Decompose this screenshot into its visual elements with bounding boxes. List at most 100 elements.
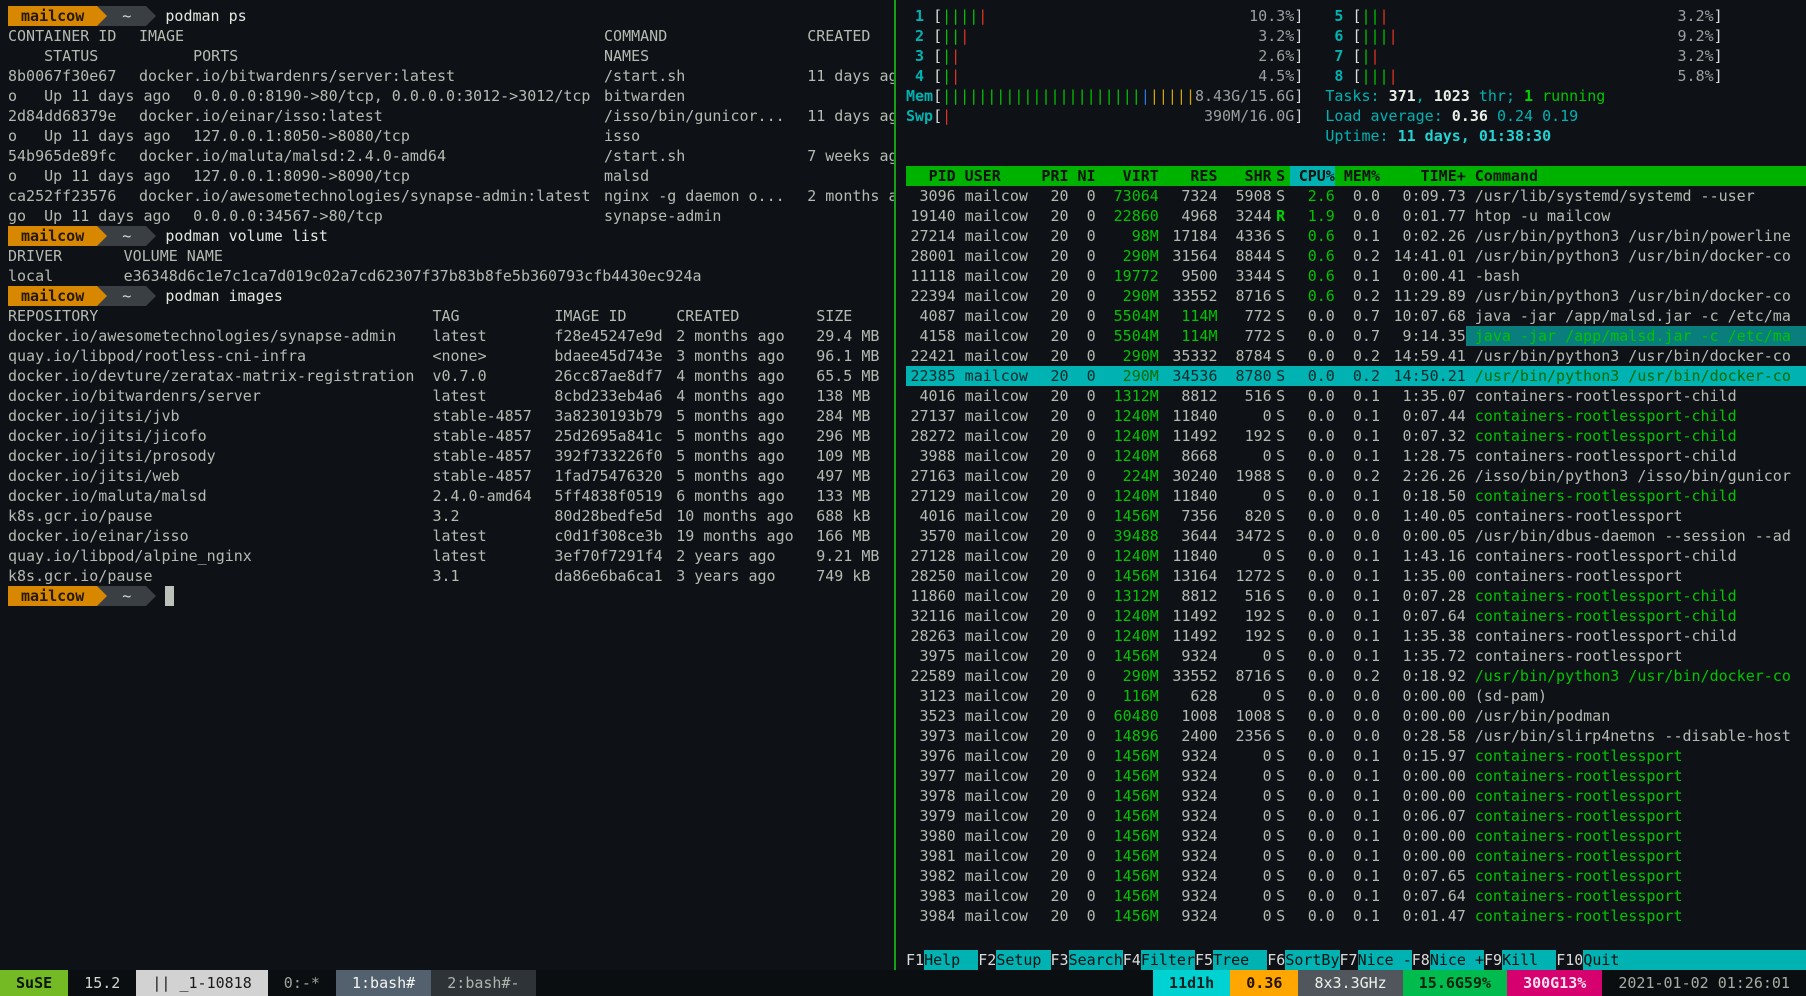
process-row[interactable]: 3978mailcow2001456M93240S0.00.10:00.00co… <box>906 786 1806 806</box>
process-row[interactable]: 22385mailcow200290M345368780S0.00.214:50… <box>906 366 1806 386</box>
cell-cpu: 0.6 <box>1290 246 1335 266</box>
fkey-f4[interactable]: F4Filter <box>1123 950 1195 970</box>
fkey-f3[interactable]: F3Search <box>1051 950 1123 970</box>
cell-user: mailcow <box>956 826 1033 846</box>
meter-bracket-close-icon: ] <box>1294 26 1303 46</box>
column-header-ni[interactable]: NI <box>1069 166 1096 186</box>
column-header-command[interactable]: Command <box>1466 166 1806 186</box>
fkey-f9[interactable]: F9Kill <box>1484 950 1556 970</box>
process-row[interactable]: 3977mailcow2001456M93240S0.00.10:00.00co… <box>906 766 1806 786</box>
meter-bracket-close-icon: ] <box>1294 66 1303 86</box>
process-row[interactable]: 3976mailcow2001456M93240S0.00.10:15.97co… <box>906 746 1806 766</box>
cell-user: mailcow <box>956 546 1033 566</box>
cell-shr: 8716 <box>1217 286 1271 306</box>
process-row[interactable]: 3980mailcow2001456M93240S0.00.10:00.00co… <box>906 826 1806 846</box>
process-row[interactable]: 28263mailcow2001240M11492192S0.00.11:35.… <box>906 626 1806 646</box>
cell-shr: 192 <box>1217 626 1271 646</box>
fkey-f10[interactable]: F10Quit <box>1556 950 1637 970</box>
process-row[interactable]: 4016mailcow2001312M8812516S0.00.11:35.07… <box>906 386 1806 406</box>
command-text: podman ps <box>165 7 246 25</box>
process-row[interactable]: 27214mailcow20098M171844336S0.60.10:02.2… <box>906 226 1806 246</box>
fkey-f5[interactable]: F5Tree <box>1195 950 1267 970</box>
column-header-cpu[interactable]: CPU% <box>1290 166 1335 186</box>
cell-pri: 20 <box>1032 806 1068 826</box>
process-row[interactable]: 27163mailcow200224M302401988S0.00.22:26.… <box>906 466 1806 486</box>
image-row: docker.io/jitsi/webstable-48571fad754763… <box>8 466 894 486</box>
image-cell: k8s.gcr.io/pause <box>8 506 432 526</box>
process-row[interactable]: 3523mailcow2006048010081008S0.00.00:00.0… <box>906 706 1806 726</box>
fkey-f6[interactable]: F6SortBy <box>1267 950 1339 970</box>
header-container-id: CONTAINER ID <box>8 26 139 46</box>
window-0[interactable]: 0:-* <box>268 970 336 996</box>
process-row[interactable]: 3096mailcow2007306473245908S2.60.00:09.7… <box>906 186 1806 206</box>
process-row[interactable]: 27128mailcow2001240M118400S0.00.11:43.16… <box>906 546 1806 566</box>
meter-bar: ||4.5% <box>942 66 1294 86</box>
cell-res: 11840 <box>1159 486 1218 506</box>
cell-command: containers-rootlessport-child <box>1466 426 1806 446</box>
process-row[interactable]: 4016mailcow2001456M7356820S0.00.01:40.05… <box>906 506 1806 526</box>
process-row[interactable]: 3975mailcow2001456M93240S0.00.11:35.72co… <box>906 646 1806 666</box>
column-header-time[interactable]: TIME+ <box>1380 166 1466 186</box>
header-names: NAMES <box>604 47 649 65</box>
process-row[interactable]: 3983mailcow2001456M93240S0.00.10:07.64co… <box>906 886 1806 906</box>
cell-res: 8668 <box>1159 446 1218 466</box>
column-header-virt[interactable]: VIRT <box>1096 166 1159 186</box>
cell-user: mailcow <box>956 246 1033 266</box>
process-row[interactable]: 3973mailcow2001489624002356S0.00.00:28.5… <box>906 726 1806 746</box>
process-row[interactable]: 22394mailcow200290M335528716S0.60.211:29… <box>906 286 1806 306</box>
image-cell: 133 MB <box>816 487 870 505</box>
column-header-shr[interactable]: SHR <box>1217 166 1271 186</box>
process-row[interactable]: 3988mailcow2001240M86680S0.00.11:28.75co… <box>906 446 1806 466</box>
process-row[interactable]: 22589mailcow200290M335528716S0.00.20:18.… <box>906 666 1806 686</box>
process-row[interactable]: 28001mailcow200290M315648844S0.60.214:41… <box>906 246 1806 266</box>
cpu-badge: 8x3.3GHz <box>1298 970 1402 996</box>
process-row[interactable]: 3981mailcow2001456M93240S0.00.10:00.00co… <box>906 846 1806 866</box>
cell-pid: 11118 <box>906 266 956 286</box>
column-header-pid[interactable]: PID <box>906 166 956 186</box>
column-header-mem[interactable]: MEM% <box>1335 166 1380 186</box>
process-row[interactable]: 3982mailcow2001456M93240S0.00.10:07.65co… <box>906 866 1806 886</box>
column-header-s[interactable]: S <box>1272 166 1290 186</box>
process-row[interactable]: 32116mailcow2001240M11492192S0.00.10:07.… <box>906 606 1806 626</box>
process-row[interactable]: 19140mailcow2002286049683244R1.90.00:01.… <box>906 206 1806 226</box>
process-row[interactable]: 28250mailcow2001456M131641272S0.00.11:35… <box>906 566 1806 586</box>
meter-value: 4.5% <box>1258 66 1294 86</box>
process-row[interactable]: 27137mailcow2001240M118400S0.00.10:07.44… <box>906 406 1806 426</box>
image-cell: 284 MB <box>816 407 870 425</box>
process-row[interactable]: 11860mailcow2001312M8812516S0.00.10:07.2… <box>906 586 1806 606</box>
meter-value: 5.8% <box>1678 66 1714 86</box>
process-row[interactable]: 3123mailcow200116M6280S0.00.00:00.00(sd-… <box>906 686 1806 706</box>
images-header-cell: SIZE <box>816 307 852 325</box>
window-2[interactable]: 2:bash#- <box>431 970 535 996</box>
cell-virt: 1312M <box>1096 386 1159 406</box>
cell-virt: 1240M <box>1096 406 1159 426</box>
column-header-pri[interactable]: PRI <box>1032 166 1068 186</box>
process-row[interactable]: 3979mailcow2001456M93240S0.00.10:06.07co… <box>906 806 1806 826</box>
fkey-f2[interactable]: F2Setup <box>978 950 1050 970</box>
process-row[interactable]: 4087mailcow2005504M114M772S0.00.710:07.6… <box>906 306 1806 326</box>
column-header-res[interactable]: RES <box>1159 166 1218 186</box>
process-row[interactable]: 27129mailcow2001240M118400S0.00.10:18.50… <box>906 486 1806 506</box>
process-row[interactable]: 28272mailcow2001240M11492192S0.00.10:07.… <box>906 426 1806 446</box>
process-row[interactable]: 3984mailcow2001456M93240S0.00.10:01.47co… <box>906 906 1806 926</box>
cell-pri: 20 <box>1032 526 1068 546</box>
cell-shr: 772 <box>1217 326 1271 346</box>
cell-shr: 820 <box>1217 506 1271 526</box>
tasks-line: Tasks: 371, 1023 thr; 1 running <box>1325 86 1722 106</box>
cell-command: /usr/bin/python3 /usr/bin/powerline <box>1466 226 1806 246</box>
cell-virt: 290M <box>1096 246 1159 266</box>
process-row[interactable]: 22421mailcow200290M353328784S0.00.214:59… <box>906 346 1806 366</box>
process-row[interactable]: 11118mailcow2001977295003344S0.60.10:00.… <box>906 266 1806 286</box>
process-row[interactable]: 4158mailcow2005504M114M772S0.00.79:14.35… <box>906 326 1806 346</box>
fkey-f8[interactable]: F8Nice + <box>1412 950 1484 970</box>
window-1-active[interactable]: 1:bash# <box>336 970 431 996</box>
htop-pane[interactable]: 1 [|||||10.3%] 2 [|||3.2%] 3 [||2.6%] 4 … <box>896 0 1806 970</box>
cell-pri: 20 <box>1032 566 1068 586</box>
shell-pane[interactable]: mailcow ~ podman psCONTAINER IDIMAGECOMM… <box>0 0 894 970</box>
fkey-f7[interactable]: F7Nice - <box>1340 950 1412 970</box>
process-row[interactable]: 3570mailcow2003948836443472S0.00.00:00.0… <box>906 526 1806 546</box>
cell-mem: 0.1 <box>1335 806 1380 826</box>
column-header-user[interactable]: USER <box>956 166 1033 186</box>
cell-pid: 3978 <box>906 786 956 806</box>
fkey-f1[interactable]: F1Help <box>906 950 978 970</box>
